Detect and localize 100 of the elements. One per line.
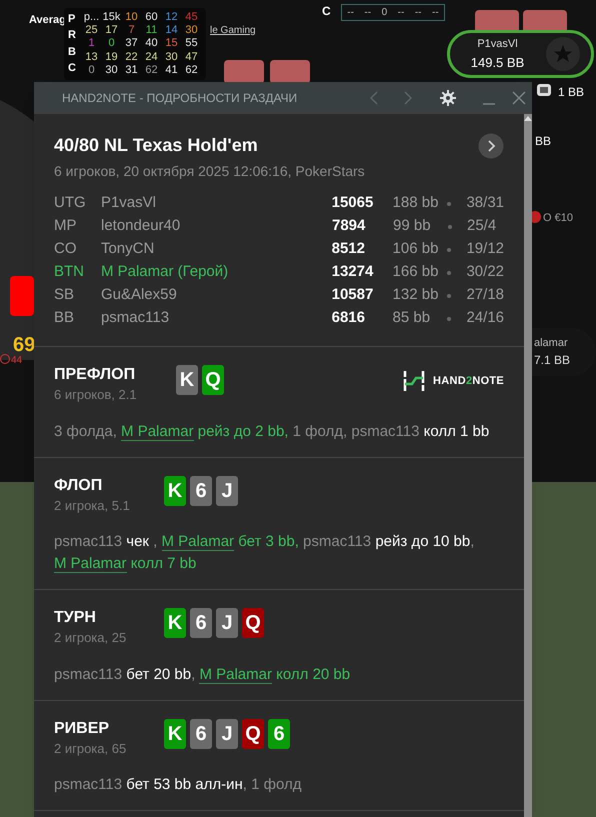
player-row[interactable]: BTN M Palamar (Герой) 13274 166 bb 30/22: [54, 261, 504, 284]
playing-card: K: [164, 476, 186, 506]
card-back: [270, 60, 310, 84]
hud-stat: 47: [184, 50, 199, 64]
position-label: BTN: [54, 262, 85, 282]
close-icon[interactable]: [512, 91, 526, 105]
hud-stat: --: [432, 8, 439, 18]
player-link[interactable]: M Palamar: [162, 533, 234, 551]
blind-label: 1 BB: [558, 84, 584, 101]
hud-stat: 13: [84, 50, 99, 64]
playing-card: J: [216, 718, 238, 748]
playing-card: J: [216, 476, 238, 506]
settings-icon[interactable]: [440, 90, 456, 106]
hud-stat: 14: [164, 24, 179, 38]
stack-value: 6816: [332, 308, 366, 328]
hud-row-label: C: [68, 63, 77, 74]
street-title: РИВЕР: [54, 718, 110, 738]
bb-value: 99 bb: [393, 216, 432, 236]
hud-stat: 37: [124, 37, 139, 51]
street-title: ПРЕФЛОП: [54, 365, 136, 385]
player-name: letondeur40: [101, 216, 182, 236]
action-summary: psmac113 бет 53 bb алл-ин, 1 фолд: [54, 775, 302, 795]
player-row[interactable]: CO TonyCN 8512 106 bb 19/12: [54, 238, 504, 261]
player-row[interactable]: SB Gu&Alex59 10587 132 bb 27/18: [54, 284, 504, 307]
hud-stat: p...: [82, 11, 100, 24]
card-back: [10, 276, 34, 316]
next-icon[interactable]: [404, 91, 412, 105]
playing-card: K: [164, 608, 186, 638]
player-row[interactable]: UTG P1vasVl 15065 188 bb 38/31: [54, 192, 504, 215]
playing-card: 6: [190, 476, 212, 506]
hud-stat: --: [347, 8, 354, 18]
hud-stat: 0: [107, 37, 116, 51]
hud-stat: 41: [164, 64, 179, 77]
action-summary: 3 фолда, M Palamar рейз до 2 bb, 1 фолд, psmac113 колл 1 bb: [54, 422, 490, 442]
hud-stat: 22: [124, 50, 139, 64]
playing-card: 6: [268, 718, 290, 748]
action-summary: psmac113 бет 20 bb, M Palamar колл 20 bb: [54, 664, 352, 686]
playing-card: K: [176, 365, 198, 395]
hud-stat: 7: [127, 24, 136, 38]
player-name: psmac113: [100, 308, 170, 328]
window-title: HAND2NOTE - ПОДРОБНОСТИ РАЗДАЧИ: [62, 90, 298, 107]
position-label: UTG: [54, 193, 87, 214]
hud-row-label: P: [68, 14, 76, 25]
hud-stat: 60: [144, 11, 159, 24]
vpip-pfr-value: 19/12: [466, 239, 504, 260]
hud-stat: 62: [184, 64, 199, 77]
hud-stat: 19: [104, 50, 119, 64]
player-row[interactable]: MP letondeur40 7894 99 bb 25/4: [54, 215, 504, 238]
hud-stat: 30: [164, 50, 179, 64]
previous-icon[interactable]: [370, 91, 378, 105]
position-label: BB: [54, 308, 76, 328]
seat-label: C: [322, 3, 331, 20]
street-title: ФЛОП: [54, 476, 104, 496]
logo-text: HAND2NOTE: [433, 374, 504, 389]
playing-card: Q: [202, 365, 224, 395]
bb-value: 166 bb: [392, 262, 440, 282]
hud-stat: 24: [144, 50, 159, 64]
card-back: [224, 60, 264, 84]
player-link[interactable]: M Palamar: [54, 555, 127, 573]
hand-info: 6 игроков, 20 октября 2025 12:06:16, PokerStars: [54, 162, 366, 181]
site-link[interactable]: le Gaming: [210, 23, 256, 38]
playing-card: J: [216, 608, 238, 638]
player-stack: 7.1 BB: [534, 352, 572, 370]
playing-card: K: [164, 718, 186, 748]
vpip-pfr-value: 27/18: [466, 285, 504, 306]
hud-stat: 55: [184, 37, 199, 51]
hud-stat: 25: [84, 24, 99, 38]
chip-icon: [532, 210, 542, 224]
scroll-up-icon[interactable]: [524, 116, 532, 121]
action-summary: psmac113 чек , M Palamar бет 3 bb, psmac113 рейз до 10 bb, M Palamar колл 7 bb: [54, 532, 476, 575]
playing-card: 6: [190, 608, 212, 638]
player-row[interactable]: BB psmac113 6816 85 bb 24/16: [54, 307, 504, 330]
street-title: ТУРН: [54, 608, 97, 628]
hud-stat: 30: [104, 64, 119, 77]
dealer-chip-icon: [536, 83, 552, 97]
hud-stat: 11: [144, 24, 158, 38]
street-info: 2 игрока, 25: [54, 629, 128, 647]
player-link[interactable]: M Palamar: [199, 666, 272, 684]
promo-label: O €10: [543, 211, 573, 226]
vpip-pfr-value: 25/4: [467, 216, 496, 236]
player-name: Gu&Alex59: [100, 285, 178, 306]
next-hand-icon[interactable]: [478, 132, 504, 158]
hud-stat: 30: [184, 24, 199, 38]
hud-stat: 10: [124, 11, 139, 24]
position-label: SB: [54, 285, 76, 306]
vpip-pfr-value: 38/31: [466, 193, 504, 214]
player-stack: 149.5 BB: [470, 54, 524, 72]
stack-value: 15065: [332, 193, 374, 214]
vpip-pfr-value: 24/16: [466, 308, 504, 328]
scrollbar[interactable]: [524, 114, 532, 817]
stack-value: 10587: [332, 285, 374, 306]
hud-stat: --: [364, 8, 372, 18]
street-info: 2 игрока, 65: [54, 740, 128, 758]
hud-stat: --: [414, 8, 422, 18]
player-link[interactable]: M Palamar: [121, 422, 194, 440]
stat-value: 44: [11, 354, 22, 368]
player-name: P1vasVl: [477, 37, 518, 52]
hud-row-label: R: [68, 30, 77, 42]
stack-value: 8512: [332, 239, 366, 260]
hud-stat: 45: [184, 11, 199, 24]
